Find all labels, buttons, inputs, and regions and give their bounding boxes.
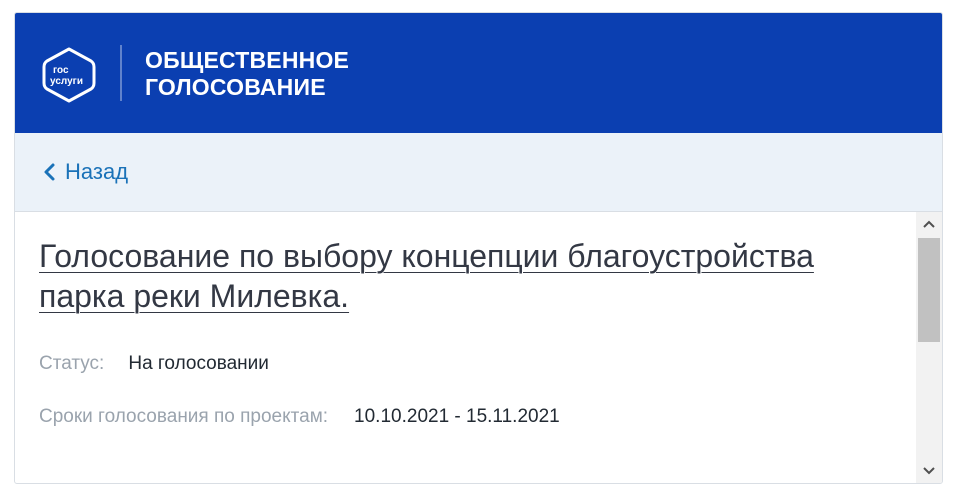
status-row: Статус: На голосовании	[39, 352, 269, 376]
back-button-label: Назад	[65, 159, 129, 184]
dates-row: Сроки голосования по проектам: 10.10.202…	[39, 405, 560, 429]
vote-details: Голосование по выбору концепции благоуст…	[15, 212, 942, 483]
scroll-down-button[interactable]	[916, 459, 942, 483]
vote-title-link[interactable]: Голосование по выбору концепции благоуст…	[39, 236, 899, 316]
header-bar: гос услуги ОБЩЕСТВЕННОЕ ГОЛОСОВАНИЕ	[15, 13, 942, 133]
logo-text-line2: услуги	[50, 76, 83, 87]
page-title-line2: ГОЛОСОВАНИЕ	[145, 74, 326, 100]
chevron-left-icon	[39, 159, 61, 185]
gosuslugi-logo[interactable]: гос услуги	[41, 46, 97, 104]
vote-widget: гос услуги ОБЩЕСТВЕННОЕ ГОЛОСОВАНИЕ Наза…	[14, 12, 943, 484]
page-title: ОБЩЕСТВЕННОЕ ГОЛОСОВАНИЕ	[145, 47, 349, 101]
logo-text-line1: гос	[53, 65, 69, 76]
header-divider	[120, 45, 122, 101]
gosuslugi-logo-icon: гос услуги	[42, 47, 96, 103]
dates-value: 10.10.2021 - 15.11.2021	[354, 406, 560, 427]
chevron-up-icon	[923, 220, 935, 228]
vertical-scrollbar[interactable]	[916, 212, 942, 483]
back-button[interactable]: Назад	[39, 159, 128, 185]
status-value: На голосовании	[128, 353, 269, 374]
scrollbar-thumb[interactable]	[918, 238, 940, 342]
dates-label: Сроки голосования по проектам:	[39, 406, 329, 427]
scroll-up-button[interactable]	[916, 212, 942, 236]
nav-bar: Назад	[15, 133, 942, 212]
page-title-line1: ОБЩЕСТВЕННОЕ	[145, 47, 350, 73]
status-label: Статус:	[39, 353, 105, 374]
chevron-down-icon	[923, 467, 935, 475]
